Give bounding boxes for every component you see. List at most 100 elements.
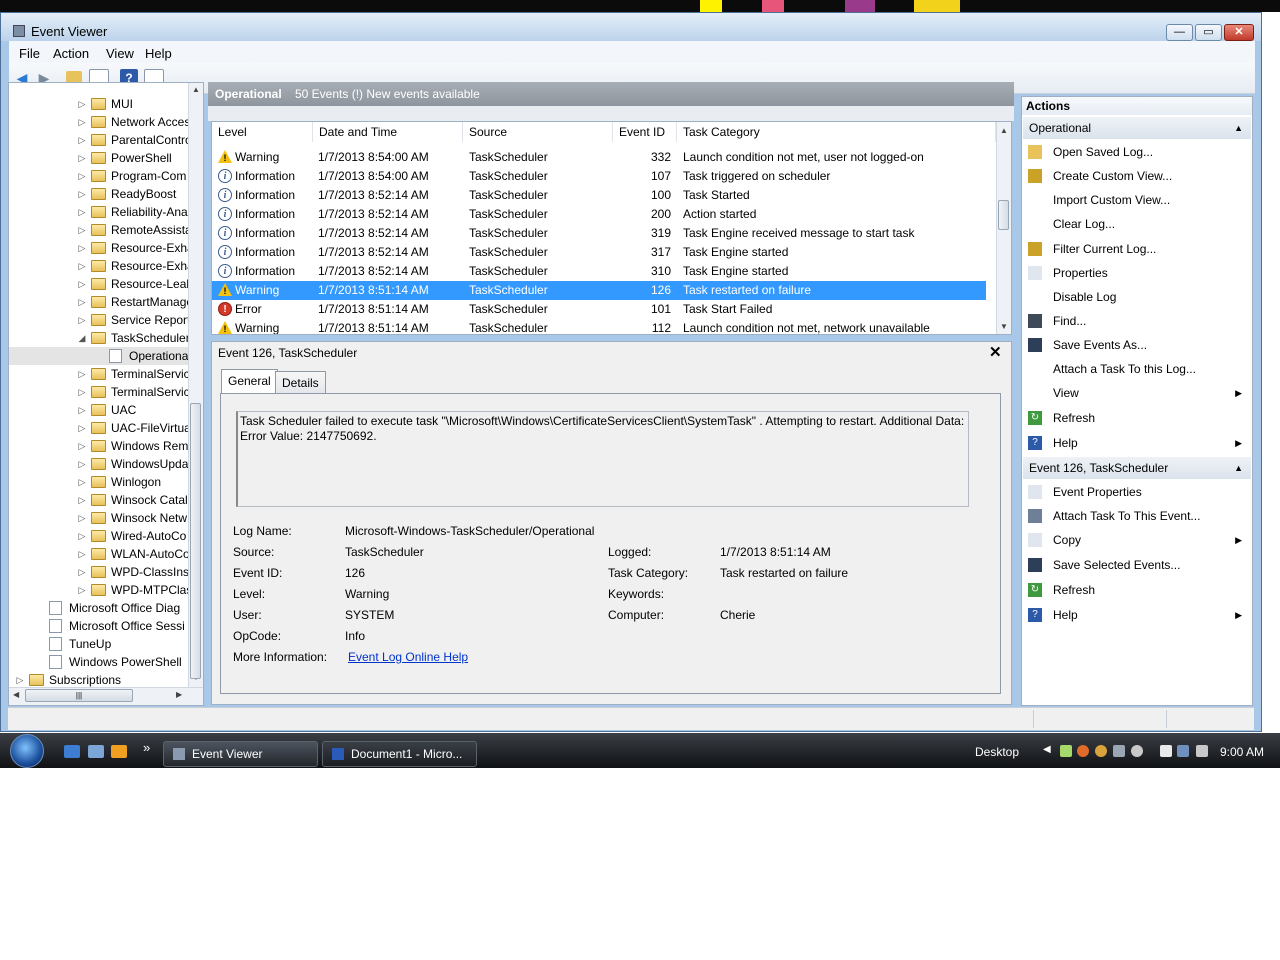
tree-item[interactable]: ▷ Winlogon xyxy=(9,473,189,491)
action-item[interactable]: ↻ Refresh xyxy=(1022,407,1250,429)
tree-item[interactable]: ◢ TaskScheduler xyxy=(9,329,189,347)
action-item[interactable]: Save Selected Events... xyxy=(1022,554,1250,576)
expand-arrow-icon[interactable]: ▷ xyxy=(77,113,87,131)
scroll-up-icon[interactable]: ▲ xyxy=(1000,126,1008,135)
taskbar-button-event-viewer[interactable]: Event Viewer xyxy=(163,741,318,767)
expand-arrow-icon[interactable]: ▷ xyxy=(77,257,87,275)
tree-item[interactable]: ▷ WPD-ClassInst xyxy=(9,563,189,581)
action-item[interactable]: Save Events As... xyxy=(1022,334,1250,356)
action-item[interactable]: Find... xyxy=(1022,310,1250,332)
tree-item[interactable]: ▷ Reliability-Ana xyxy=(9,203,189,221)
menu-view[interactable]: View xyxy=(106,46,134,61)
tray-app-icon[interactable] xyxy=(1060,745,1072,757)
tree-item[interactable]: ▷ WindowsUpda xyxy=(9,455,189,473)
scroll-right-icon[interactable]: ▶ xyxy=(176,690,182,699)
tree-item[interactable]: ▷ WPD-MTPClas xyxy=(9,581,189,599)
desktop-icon[interactable] xyxy=(845,0,875,12)
tray-app-icon[interactable] xyxy=(1113,745,1125,757)
action-item[interactable]: Properties xyxy=(1022,262,1250,284)
media-player-icon[interactable] xyxy=(111,745,127,758)
desktop-icon[interactable] xyxy=(914,0,960,12)
expand-arrow-icon[interactable]: ▷ xyxy=(77,581,87,599)
tree-item[interactable]: Windows PowerShell xyxy=(9,653,189,671)
event-row[interactable]: i Information 1/7/2013 8:54:00 AM TaskSched… xyxy=(212,167,986,186)
event-row[interactable]: i Information 1/7/2013 8:52:14 AM TaskSched… xyxy=(212,262,986,281)
tree-item[interactable]: ▷ Resource-Exha xyxy=(9,257,189,275)
tree-item[interactable]: ▷ UAC xyxy=(9,401,189,419)
tree-item[interactable]: Microsoft Office Sessi xyxy=(9,617,189,635)
expand-arrow-icon[interactable]: ▷ xyxy=(77,275,87,293)
tree-item[interactable]: TuneUp xyxy=(9,635,189,653)
expand-arrow-icon[interactable]: ▷ xyxy=(77,365,87,383)
tree-item[interactable]: ▷ Service Report xyxy=(9,311,189,329)
tree-item[interactable]: ▷ UAC-FileVirtua xyxy=(9,419,189,437)
expand-arrow-icon[interactable]: ▷ xyxy=(77,95,87,113)
tray-app-icon[interactable] xyxy=(1077,745,1089,757)
tree-item[interactable]: ▷ RestartManage xyxy=(9,293,189,311)
tree-item[interactable]: ▷ WLAN-AutoCo xyxy=(9,545,189,563)
tree-item[interactable]: ▷ Windows Rem xyxy=(9,437,189,455)
scroll-up-icon[interactable]: ▲ xyxy=(192,85,200,94)
action-item[interactable]: Open Saved Log... xyxy=(1022,141,1250,163)
expand-arrow-icon[interactable]: ▷ xyxy=(77,527,87,545)
start-button[interactable] xyxy=(10,734,44,768)
expand-arrow-icon[interactable]: ▷ xyxy=(77,455,87,473)
show-desktop-icon[interactable] xyxy=(64,745,80,758)
action-item[interactable]: Create Custom View... xyxy=(1022,165,1250,187)
close-detail-icon[interactable]: ✕ xyxy=(989,343,1002,361)
tree-item[interactable]: ▷ Winsock Catal xyxy=(9,491,189,509)
tree-item[interactable]: ▷ TerminalServic xyxy=(9,365,189,383)
tree-item[interactable]: ▷ TerminalServic xyxy=(9,383,189,401)
event-description[interactable]: Task Scheduler failed to execute task "\… xyxy=(236,411,969,507)
maximize-button[interactable]: ▭ xyxy=(1195,24,1222,41)
expand-arrow-icon[interactable]: ▷ xyxy=(77,563,87,581)
expand-arrow-icon[interactable]: ▷ xyxy=(77,401,87,419)
switch-windows-icon[interactable] xyxy=(88,745,104,758)
collapse-section-icon[interactable]: ▲ xyxy=(1234,117,1243,139)
tree-item[interactable]: Operationa xyxy=(9,347,189,365)
column-event-id[interactable]: Event ID xyxy=(613,122,677,142)
expand-arrow-icon[interactable]: ▷ xyxy=(77,473,87,491)
clock[interactable]: 9:00 AM xyxy=(1220,745,1264,759)
event-row[interactable]: i Information 1/7/2013 8:52:14 AM TaskSched… xyxy=(212,243,986,262)
tree-hscroll-thumb[interactable]: ||| xyxy=(25,689,133,702)
title-bar[interactable]: Event Viewer — ▭ ✕ xyxy=(1,13,1261,41)
action-item[interactable]: Filter Current Log... xyxy=(1022,238,1250,260)
minimize-button[interactable]: — xyxy=(1166,24,1193,41)
desktop-toolbar-label[interactable]: Desktop xyxy=(975,745,1019,759)
expand-arrow-icon[interactable]: ▷ xyxy=(77,167,87,185)
tab-general[interactable]: General xyxy=(221,369,278,393)
quicklaunch-overflow-icon[interactable]: » xyxy=(143,740,150,755)
column-task-category[interactable]: Task Category xyxy=(677,122,996,142)
section-header-operational[interactable]: Operational ▲ xyxy=(1023,117,1251,139)
action-item[interactable]: Import Custom View... xyxy=(1022,189,1250,211)
section-header-event[interactable]: Event 126, TaskScheduler ▲ xyxy=(1023,457,1251,479)
menu-file[interactable]: File xyxy=(19,46,40,61)
event-row[interactable]: i Information 1/7/2013 8:52:14 AM TaskSched… xyxy=(212,205,986,224)
expand-arrow-icon[interactable]: ▷ xyxy=(77,203,87,221)
event-log-online-help-link[interactable]: Event Log Online Help xyxy=(348,650,468,664)
expand-arrow-icon[interactable]: ▷ xyxy=(77,149,87,167)
volume-icon[interactable] xyxy=(1196,745,1208,757)
tray-app-icon[interactable] xyxy=(1095,745,1107,757)
action-item[interactable]: ? Help ▶ xyxy=(1022,432,1250,454)
event-row[interactable]: ! Error 1/7/2013 8:51:14 AM TaskScheduler 10… xyxy=(212,300,986,319)
event-row[interactable]: ! Warning 1/7/2013 8:51:14 AM TaskScheduler… xyxy=(212,281,986,300)
action-item[interactable]: ↻ Refresh xyxy=(1022,579,1250,601)
scroll-left-icon[interactable]: ◀ xyxy=(13,690,19,699)
expand-arrow-icon[interactable]: ▷ xyxy=(77,239,87,257)
expand-arrow-icon[interactable]: ▷ xyxy=(77,509,87,527)
close-button[interactable]: ✕ xyxy=(1224,24,1254,41)
action-item[interactable]: Attach Task To This Event... xyxy=(1022,505,1250,527)
event-row[interactable]: i Information 1/7/2013 8:52:14 AM TaskSched… xyxy=(212,186,986,205)
expand-arrow-icon[interactable]: ▷ xyxy=(77,437,87,455)
expand-arrow-icon[interactable]: ▷ xyxy=(77,491,87,509)
expand-arrow-icon[interactable]: ▷ xyxy=(77,185,87,203)
tree-item[interactable]: ▷ Winsock Netw xyxy=(9,509,189,527)
tab-details[interactable]: Details xyxy=(275,371,326,394)
tray-app-icon[interactable] xyxy=(1131,745,1143,757)
column-date-time[interactable]: Date and Time xyxy=(313,122,463,142)
expand-arrow-icon[interactable]: ▷ xyxy=(77,221,87,239)
expand-arrow-icon[interactable]: ▷ xyxy=(77,293,87,311)
tree-item[interactable]: ▷ Wired-AutoCo xyxy=(9,527,189,545)
